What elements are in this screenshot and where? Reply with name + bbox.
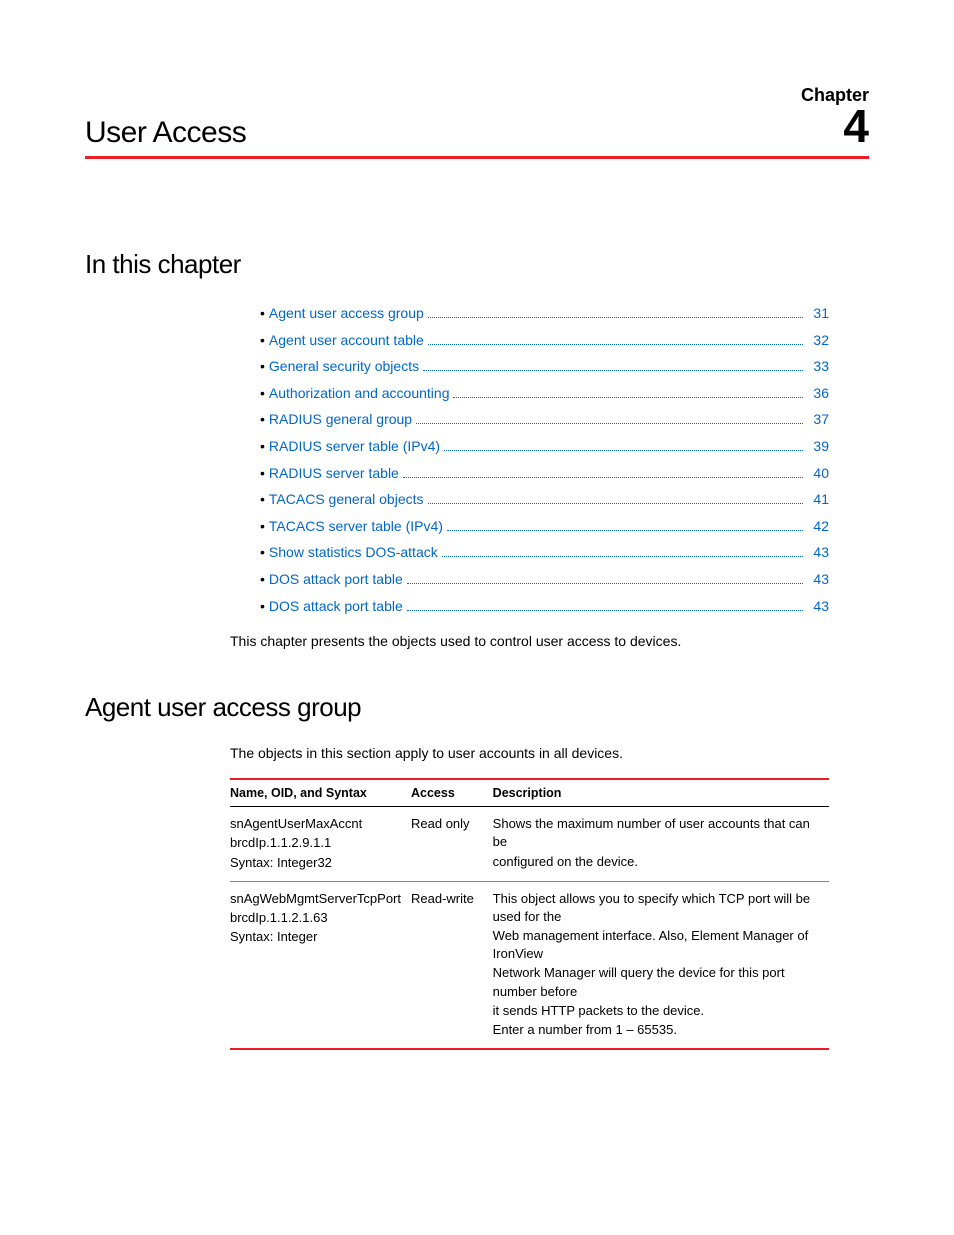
toc-leader — [407, 583, 804, 584]
toc-item: • RADIUS general group 37 — [260, 406, 829, 433]
toc-item: • Authorization and accounting 36 — [260, 380, 829, 407]
desc-line: it sends HTTP packets to the device. — [493, 1002, 819, 1020]
chapter-label: Chapter — [85, 85, 869, 106]
toc-leader — [428, 317, 804, 318]
toc-leader — [416, 423, 803, 424]
agent-group-intro-text: The objects in this section apply to use… — [230, 743, 829, 764]
desc-line: Enter a number from 1 – 65535. — [493, 1021, 819, 1039]
chapter-intro-text: This chapter presents the objects used t… — [230, 631, 829, 652]
chapter-header: User Access 4 — [85, 108, 869, 159]
desc-line: Network Manager will query the device fo… — [493, 964, 819, 1000]
toc-leader — [453, 397, 803, 398]
toc-page-number[interactable]: 43 — [807, 593, 829, 620]
toc-link[interactable]: DOS attack port table — [269, 593, 403, 620]
bullet-icon: • — [260, 406, 265, 433]
toc-page-number[interactable]: 43 — [807, 539, 829, 566]
obj-oid: brcdIp.1.1.2.1.63 — [230, 909, 401, 927]
toc-link[interactable]: General security objects — [269, 353, 419, 380]
th-description: Description — [493, 779, 829, 807]
chapter-number: 4 — [843, 108, 869, 145]
obj-oid: brcdIp.1.1.2.9.1.1 — [230, 834, 401, 852]
toc-link[interactable]: TACACS server table (IPv4) — [269, 513, 443, 540]
toc-leader — [407, 610, 804, 611]
toc-link[interactable]: Agent user access group — [269, 300, 424, 327]
toc-leader — [403, 477, 804, 478]
toc-item: • Agent user account table 32 — [260, 327, 829, 354]
section-heading-agent-group: Agent user access group — [85, 692, 869, 723]
toc-page-number[interactable]: 41 — [807, 486, 829, 513]
cell-access: Read-write — [411, 881, 493, 1049]
page-title: User Access — [85, 116, 246, 150]
cell-description: Shows the maximum number of user account… — [493, 807, 829, 882]
bullet-icon: • — [260, 460, 265, 487]
cell-name: snAgWebMgmtServerTcpPort brcdIp.1.1.2.1.… — [230, 881, 411, 1049]
toc-page-number[interactable]: 40 — [807, 460, 829, 487]
th-access: Access — [411, 779, 493, 807]
toc-leader — [428, 344, 804, 345]
obj-syntax: Syntax: Integer32 — [230, 854, 401, 872]
toc-page-number[interactable]: 31 — [807, 300, 829, 327]
toc-page-number[interactable]: 42 — [807, 513, 829, 540]
cell-access: Read only — [411, 807, 493, 882]
toc-item: • TACACS general objects 41 — [260, 486, 829, 513]
table-header-row: Name, OID, and Syntax Access Description — [230, 779, 829, 807]
toc-link[interactable]: Agent user account table — [269, 327, 424, 354]
desc-line: configured on the device. — [493, 853, 819, 871]
bullet-icon: • — [260, 327, 265, 354]
toc-link[interactable]: Authorization and accounting — [269, 380, 450, 407]
bullet-icon: • — [260, 513, 265, 540]
bullet-icon: • — [260, 353, 265, 380]
object-table: Name, OID, and Syntax Access Description… — [230, 778, 829, 1050]
toc-link[interactable]: RADIUS server table — [269, 460, 399, 487]
bullet-icon: • — [260, 380, 265, 407]
desc-line: This object allows you to specify which … — [493, 890, 819, 926]
toc-item: • General security objects 33 — [260, 353, 829, 380]
toc-leader — [423, 370, 803, 371]
toc-link[interactable]: DOS attack port table — [269, 566, 403, 593]
obj-name: snAgentUserMaxAccnt — [230, 815, 401, 833]
toc-leader — [447, 530, 804, 531]
toc-item: • Agent user access group 31 — [260, 300, 829, 327]
toc-leader — [428, 503, 804, 504]
toc-item: • RADIUS server table 40 — [260, 460, 829, 487]
bullet-icon: • — [260, 433, 265, 460]
toc-item: • DOS attack port table 43 — [260, 593, 829, 620]
toc-leader — [442, 556, 804, 557]
toc-page-number[interactable]: 39 — [807, 433, 829, 460]
th-name: Name, OID, and Syntax — [230, 779, 411, 807]
toc-link[interactable]: Show statistics DOS-attack — [269, 539, 438, 566]
section-heading-in-this-chapter: In this chapter — [85, 249, 869, 280]
table-row: snAgentUserMaxAccnt brcdIp.1.1.2.9.1.1 S… — [230, 807, 829, 882]
toc-page-number[interactable]: 43 — [807, 566, 829, 593]
obj-name: snAgWebMgmtServerTcpPort — [230, 890, 401, 908]
desc-line: Web management interface. Also, Element … — [493, 927, 819, 963]
obj-syntax: Syntax: Integer — [230, 928, 401, 946]
document-page: Chapter User Access 4 In this chapter • … — [0, 0, 954, 1235]
toc-page-number[interactable]: 36 — [807, 380, 829, 407]
bullet-icon: • — [260, 593, 265, 620]
toc-link[interactable]: RADIUS server table (IPv4) — [269, 433, 440, 460]
bullet-icon: • — [260, 566, 265, 593]
table-row: snAgWebMgmtServerTcpPort brcdIp.1.1.2.1.… — [230, 881, 829, 1049]
cell-name: snAgentUserMaxAccnt brcdIp.1.1.2.9.1.1 S… — [230, 807, 411, 882]
toc-link[interactable]: RADIUS general group — [269, 406, 412, 433]
toc-page-number[interactable]: 32 — [807, 327, 829, 354]
toc-item: • Show statistics DOS-attack 43 — [260, 539, 829, 566]
toc-page-number[interactable]: 37 — [807, 406, 829, 433]
desc-line: Shows the maximum number of user account… — [493, 815, 819, 851]
toc-item: • TACACS server table (IPv4) 42 — [260, 513, 829, 540]
toc-item: • DOS attack port table 43 — [260, 566, 829, 593]
toc-item: • RADIUS server table (IPv4) 39 — [260, 433, 829, 460]
bullet-icon: • — [260, 300, 265, 327]
toc-list: • Agent user access group 31 • Agent use… — [260, 300, 829, 619]
bullet-icon: • — [260, 486, 265, 513]
toc-leader — [444, 450, 803, 451]
bullet-icon: • — [260, 539, 265, 566]
toc-link[interactable]: TACACS general objects — [269, 486, 424, 513]
toc-page-number[interactable]: 33 — [807, 353, 829, 380]
cell-description: This object allows you to specify which … — [493, 881, 829, 1049]
